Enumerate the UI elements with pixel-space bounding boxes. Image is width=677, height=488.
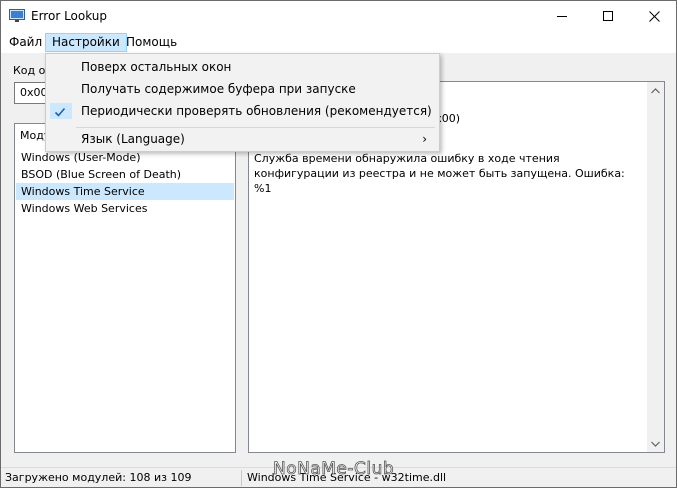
- menu-bar: Файл Настройки Помощь: [1, 32, 676, 53]
- window-title: Error Lookup: [31, 9, 108, 23]
- menu-settings[interactable]: Настройки: [45, 33, 127, 52]
- menu-item-label: Язык (Language): [81, 132, 185, 146]
- menu-file[interactable]: Файл: [3, 33, 48, 52]
- menu-help[interactable]: Помощь: [120, 33, 183, 52]
- module-item-windows-time-service[interactable]: Windows Time Service: [16, 183, 234, 200]
- submenu-arrow-icon: ›: [422, 132, 427, 146]
- minimize-button[interactable]: [539, 1, 585, 32]
- error-lookup-window: Error Lookup Файл Настройки Помощь Код о…: [0, 0, 677, 488]
- status-separator: [241, 470, 242, 486]
- status-modules-loaded: Загружено модулей: 108 из 109: [5, 471, 192, 484]
- menu-item-label: Периодически проверять обновления (реком…: [81, 104, 432, 118]
- settings-dropdown-menu: Поверх остальных окон Получать содержимо…: [45, 53, 440, 152]
- menu-item-language[interactable]: Язык (Language) ›: [48, 128, 437, 150]
- menu-item-label: Поверх остальных окон: [81, 60, 232, 74]
- menu-item-check-updates[interactable]: Периодически проверять обновления (реком…: [48, 100, 437, 122]
- menu-item-read-clipboard[interactable]: Получать содержимое буфера при запуске: [48, 78, 437, 100]
- close-button[interactable]: [631, 1, 677, 32]
- module-item-windows-web-services[interactable]: Windows Web Services: [16, 200, 234, 217]
- app-monitor-icon: [9, 9, 25, 23]
- title-bar[interactable]: Error Lookup: [1, 1, 676, 32]
- watermark: NoNaMe-Club: [273, 459, 395, 480]
- menu-item-always-on-top[interactable]: Поверх остальных окон: [48, 56, 437, 78]
- modules-list-box[interactable]: Моду Windows (User-Mode) BSOD (Blue Scre…: [14, 123, 236, 453]
- checkmark-icon: [54, 104, 68, 118]
- maximize-button[interactable]: [585, 1, 631, 32]
- description-scrollbar[interactable]: [647, 82, 664, 452]
- scroll-up-arrow-icon[interactable]: [647, 82, 664, 99]
- menu-item-label: Получать содержимое буфера при запуске: [81, 82, 356, 96]
- description-text: Служба времени обнаружила ошибку в ходе …: [254, 152, 625, 195]
- module-item-bsod[interactable]: BSOD (Blue Screen of Death): [16, 166, 234, 183]
- scroll-down-arrow-icon[interactable]: [647, 435, 664, 452]
- modules-list: Windows (User-Mode) BSOD (Blue Screen of…: [16, 149, 234, 217]
